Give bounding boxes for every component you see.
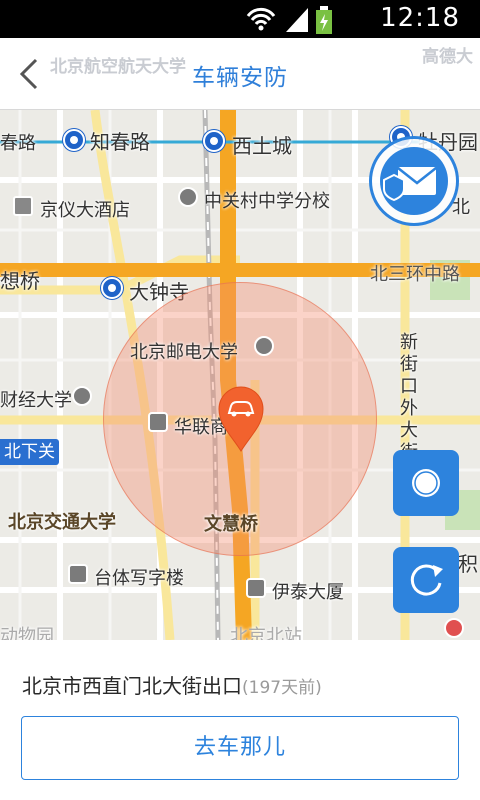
- metro-station-icon: [63, 129, 85, 151]
- refresh-icon: [410, 564, 443, 596]
- record-button[interactable]: [393, 450, 459, 516]
- envelope-icon: [380, 147, 448, 215]
- title-bar: 北京航空航天大学 高德大 车辆安防: [0, 38, 480, 110]
- map-label-poi: 北京北站: [230, 626, 302, 640]
- security-message-button[interactable]: [369, 136, 459, 226]
- shopping-icon: [148, 412, 168, 432]
- signal-icon: [286, 8, 308, 32]
- map-label-station: 知春路: [90, 130, 150, 154]
- page-title: 车辆安防: [192, 65, 288, 91]
- wifi-icon: [246, 7, 276, 31]
- status-time: 12:18: [380, 3, 460, 33]
- map-label-poi: 中关村中学分校: [204, 191, 330, 212]
- record-icon: [412, 469, 440, 497]
- map-view[interactable]: 春路 知春路 西土城 牡丹园 京仪大酒店 中关村中学分校 北 想桥 北三环中路 …: [0, 110, 480, 640]
- map-label-station-tag: 北下关: [0, 439, 59, 465]
- university-icon: [254, 336, 274, 356]
- map-label-poi: 京仪大酒店: [40, 200, 130, 221]
- refresh-button[interactable]: [393, 547, 459, 613]
- car-location-pin-icon[interactable]: [217, 385, 265, 453]
- map-label-road-vertical: 新街口外大街: [400, 332, 418, 463]
- hotel-icon: [13, 196, 33, 216]
- map-label-bridge: 文慧桥: [204, 514, 258, 535]
- car-address: 北京市西直门北大街出口(197天前): [22, 670, 322, 699]
- go-to-car-button[interactable]: 去车那儿: [21, 716, 459, 780]
- map-label-poi: 动物园: [0, 626, 54, 640]
- metro-station-icon: [203, 130, 225, 152]
- map-label-road: 春路: [0, 133, 36, 154]
- map-label-fragment: 积: [458, 552, 478, 576]
- building-icon: [246, 578, 266, 598]
- hospital-icon: [444, 618, 464, 638]
- building-icon: [68, 564, 88, 584]
- metro-station-icon: [101, 277, 123, 299]
- map-label-poi: 北京交通大学: [8, 512, 116, 533]
- map-label-road: 想桥: [0, 269, 40, 293]
- last-update-age: (197天前): [242, 678, 322, 698]
- map-label-poi: 台体写字楼: [94, 568, 184, 589]
- map-label-poi: 伊泰大厦: [272, 582, 344, 603]
- university-icon: [72, 386, 92, 406]
- status-icons: [246, 6, 332, 34]
- map-label-poi: 财经大学: [0, 390, 72, 411]
- location-panel: 北京市西直门北大街出口(197天前) 去车那儿: [0, 640, 480, 800]
- battery-icon: [316, 6, 332, 34]
- map-label-station: 西土城: [232, 134, 292, 158]
- map-label-poi: 北京邮电大学: [130, 342, 238, 363]
- address-text: 北京市西直门北大街出口: [22, 674, 242, 698]
- status-bar: 12:18: [0, 0, 480, 38]
- school-icon: [178, 187, 198, 207]
- map-label-ring-road: 北三环中路: [370, 264, 460, 285]
